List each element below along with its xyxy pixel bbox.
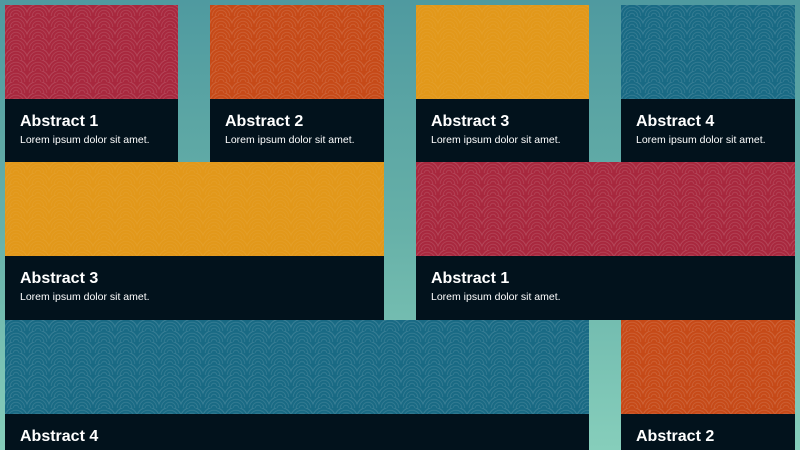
card-description: Lorem ipsum dolor sit amet. xyxy=(431,291,561,303)
card-title: Abstract 4 xyxy=(20,428,99,445)
gallery-card-abstract-3-wide[interactable]: Abstract 3 Lorem ipsum dolor sit amet. xyxy=(5,162,384,320)
gallery-card-abstract-4[interactable]: Abstract 4 Lorem ipsum dolor sit amet. xyxy=(621,5,795,162)
gallery-card-abstract-2[interactable]: Abstract 2 Lorem ipsum dolor sit amet. xyxy=(210,5,384,162)
card-pattern-image xyxy=(621,5,795,99)
card-description: Lorem ipsum dolor sit amet. xyxy=(431,134,561,146)
card-description: Lorem ipsum dolor sit amet. xyxy=(225,134,355,146)
card-description: Lorem ipsum dolor sit amet. xyxy=(636,134,766,146)
card-pattern-image xyxy=(210,5,384,99)
card-pattern-image xyxy=(416,5,589,99)
gallery-page: { "cards": [ {"title": "Abstract 1", "de… xyxy=(0,0,800,450)
card-pattern-image xyxy=(5,320,589,414)
card-title: Abstract 1 xyxy=(431,270,510,287)
gallery-card-abstract-3[interactable]: Abstract 3 Lorem ipsum dolor sit amet. xyxy=(416,5,589,162)
gallery-card-abstract-4-wide[interactable]: Abstract 4 xyxy=(5,320,589,450)
card-pattern-image xyxy=(621,320,795,414)
card-title: Abstract 3 xyxy=(20,270,99,287)
card-title: Abstract 2 xyxy=(636,428,715,445)
card-description: Lorem ipsum dolor sit amet. xyxy=(20,291,150,303)
card-description: Lorem ipsum dolor sit amet. xyxy=(20,134,150,146)
card-pattern-image xyxy=(5,162,384,256)
card-title: Abstract 4 xyxy=(636,113,715,130)
gallery-card-abstract-1-wide[interactable]: Abstract 1 Lorem ipsum dolor sit amet. xyxy=(416,162,795,320)
card-pattern-image xyxy=(416,162,795,256)
card-title: Abstract 3 xyxy=(431,113,510,130)
card-title: Abstract 2 xyxy=(225,113,304,130)
gallery-card-abstract-2-small[interactable]: Abstract 2 xyxy=(621,320,795,450)
card-title: Abstract 1 xyxy=(20,113,99,130)
card-pattern-image xyxy=(5,5,178,99)
gallery-card-abstract-1[interactable]: Abstract 1 Lorem ipsum dolor sit amet. xyxy=(5,5,178,162)
